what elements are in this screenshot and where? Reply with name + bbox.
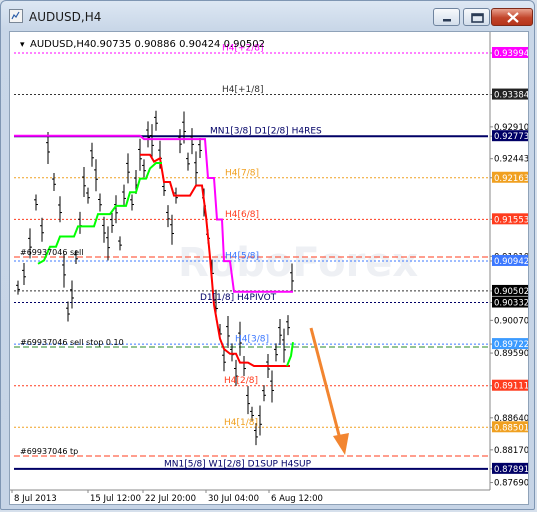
murrey-level-label: H4[7/8]: [225, 168, 259, 178]
window-title: AUDUSD,H4: [29, 10, 102, 24]
murrey-level-label: H4[2/8]: [224, 376, 258, 386]
price-tick-label: 0.89590: [494, 349, 529, 359]
order-label: #69937046 tp: [20, 447, 78, 456]
murrey-level-label: D1[1/8] H4PIVOT: [200, 293, 277, 303]
murrey-level-label: MN1[3/8] D1[2/8] H4RES: [210, 127, 322, 137]
restore-button[interactable]: [463, 8, 490, 26]
watermark-text: RoboForex: [178, 240, 418, 286]
murrey-level-label: H4[1/8]: [224, 418, 258, 428]
price-chart[interactable]: RoboForex H4[+2/8]H4[+1/8]MN1[3/8] D1[2/…: [10, 32, 529, 505]
price-tag-label: 0.90942: [494, 257, 529, 267]
price-tick-label: 0.87690: [494, 479, 529, 489]
chart-header-symbol: AUDUSD,H4: [30, 39, 90, 50]
minimize-icon: [443, 19, 451, 22]
chart-header-symbol-marker: ▾: [20, 40, 25, 50]
price-tag-label: 0.89111: [494, 382, 529, 392]
price-tag-label: 0.90332: [494, 299, 529, 309]
time-tick-label: 15 Jul 12:00: [90, 494, 141, 504]
chart-header-ohlc: 0.90735 0.90886 0.90424 0.90502: [90, 39, 265, 50]
price-tag-label: 0.87891: [494, 465, 529, 475]
order-label: #69937046 sell: [20, 248, 84, 257]
time-tick-label: 6 Aug 12:00: [271, 494, 323, 504]
terminal-chart-window: AUDUSD,H4 RoboForex H4[+2/8] H4[+1/8] MN1[…: [0, 0, 535, 510]
time-tick-label: 8 Jul 2013: [14, 494, 57, 504]
minimize-button[interactable]: [433, 8, 460, 26]
time-tick-label: 30 Jul 04:00: [208, 494, 259, 504]
price-tag-label: 0.90502: [494, 287, 529, 297]
close-icon: [507, 12, 519, 23]
murrey-level-label: H4[+1/8]: [222, 85, 264, 95]
time-tick-label: 22 Jul 20:00: [145, 494, 196, 504]
order-label: #69937046 sell stop 0.10: [20, 338, 124, 347]
price-tag-label: 0.93994: [494, 49, 529, 59]
price-tick-label: 0.90070: [494, 316, 529, 326]
price-tick-label: 0.92443: [494, 155, 529, 165]
restore-icon: [471, 13, 484, 23]
price-tag-label: 0.88501: [494, 423, 529, 433]
murrey-level-label: MN1[5/8] W1[2/8] D1SUP H4SUP: [164, 459, 312, 469]
price-tag-label: 0.92773: [494, 132, 529, 142]
price-tick-label: 0.88170: [494, 446, 529, 456]
title-bar[interactable]: AUDUSD,H4: [1, 1, 534, 31]
chart-area[interactable]: RoboForex H4[+2/8] H4[+1/8] MN1[3/8] D1[2/…: [9, 31, 529, 505]
price-tag-label: 0.92163: [494, 174, 529, 184]
chart-window-icon: [9, 9, 23, 23]
murrey-level-label: H4[3/8]: [235, 335, 269, 345]
price-tag-label: 0.91553: [494, 215, 529, 225]
murrey-level-label: H4[5/8]: [225, 251, 259, 261]
price-tag-label: 0.93384: [494, 91, 529, 101]
close-button[interactable]: [491, 8, 533, 26]
murrey-level-label: H4[6/8]: [225, 210, 259, 220]
